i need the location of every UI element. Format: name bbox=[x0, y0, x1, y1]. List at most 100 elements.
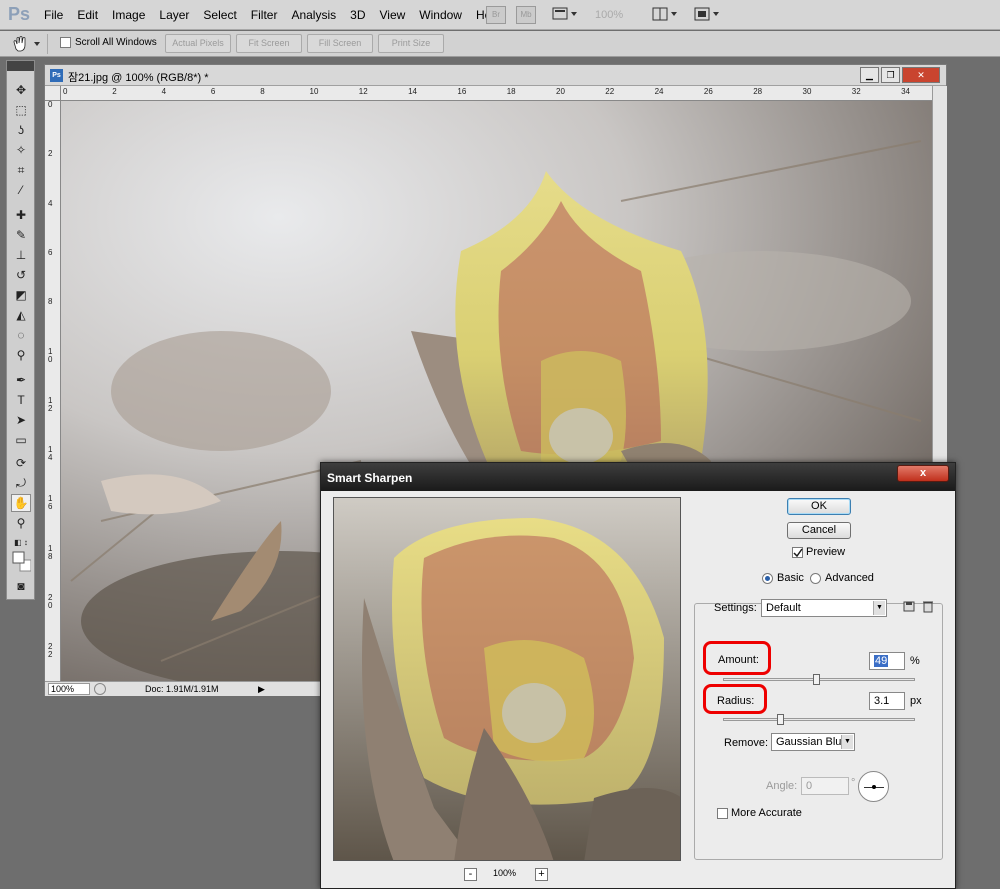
menu-3d[interactable]: 3D bbox=[350, 8, 365, 22]
bridge-button[interactable]: Br bbox=[486, 6, 506, 24]
preview-zoom-in-button[interactable]: + bbox=[535, 868, 548, 881]
move-tool-icon[interactable]: ✥ bbox=[11, 81, 31, 99]
menu-analysis[interactable]: Analysis bbox=[291, 8, 336, 22]
pen-tool-icon[interactable]: ✒ bbox=[11, 371, 31, 389]
ok-button[interactable]: OK bbox=[787, 498, 851, 515]
screen-mode-icon[interactable] bbox=[692, 6, 722, 24]
menu-image[interactable]: Image bbox=[112, 8, 145, 22]
arrange-documents-icon[interactable] bbox=[650, 6, 680, 24]
quick-selection-tool-icon[interactable]: ✧ bbox=[11, 141, 31, 159]
history-brush-tool-icon[interactable]: ↺ bbox=[11, 266, 31, 284]
eyedropper-tool-icon[interactable]: ⁄ bbox=[11, 181, 31, 199]
ruler-h-tick-label: 26 bbox=[703, 87, 713, 96]
ruler-h-tick-label: 16 bbox=[457, 87, 467, 96]
marquee-tool-icon[interactable]: ⬚ bbox=[11, 101, 31, 119]
menu-select[interactable]: Select bbox=[203, 8, 236, 22]
advanced-mode-label[interactable]: Advanced bbox=[825, 572, 874, 584]
more-accurate-checkbox[interactable] bbox=[717, 807, 728, 819]
3d-rotate-tool-icon[interactable]: ⟳ bbox=[11, 454, 31, 472]
fit-screen-button[interactable]: Fit Screen bbox=[236, 34, 302, 53]
paint-bucket-tool-icon[interactable]: ◭ bbox=[11, 306, 31, 324]
color-swatches-icon[interactable] bbox=[11, 549, 31, 575]
radius-slider-track[interactable] bbox=[723, 718, 915, 721]
options-bar: Scroll All Windows Actual Pixels Fit Scr… bbox=[0, 31, 1000, 57]
healing-brush-tool-icon[interactable]: ✚ bbox=[11, 206, 31, 224]
horizontal-ruler[interactable]: 0 2 4 6 8 10 12 14 16 18 20 22 24 26 28 30 32 34 bbox=[61, 86, 932, 101]
amount-slider-handle[interactable] bbox=[813, 674, 821, 685]
dialog-title: Smart Sharpen bbox=[327, 471, 413, 485]
zoom-tool-icon[interactable]: ⚲ bbox=[11, 514, 31, 532]
type-tool-icon[interactable]: T bbox=[11, 391, 31, 409]
brush-tool-icon[interactable]: ✎ bbox=[11, 226, 31, 244]
hand-tool-icon[interactable]: ✋ bbox=[11, 494, 31, 512]
ruler-h-tick-label: 20 bbox=[556, 87, 565, 96]
tools-panel: ✥ ⬚ ʖ ✧ ⌗ ⁄ ✚ ✎ ⊥ ↺ ◩ ◭ ◌ ⚲ ✒ T ➤ ▭ ⟳ ⤾ … bbox=[6, 60, 35, 600]
advanced-mode-radio[interactable] bbox=[810, 573, 821, 584]
ruler-h-tick-label: 6 bbox=[210, 87, 216, 96]
eraser-tool-icon[interactable]: ◩ bbox=[11, 286, 31, 304]
remove-dropdown[interactable]: Gaussian Blur ▼ bbox=[771, 733, 855, 751]
scroll-all-checkbox[interactable] bbox=[60, 37, 71, 48]
blur-tool-icon[interactable]: ◌ bbox=[11, 326, 31, 344]
ruler-origin[interactable] bbox=[45, 86, 61, 101]
vertical-ruler[interactable]: 0 2 4 6 8 1 0 1 2 1 4 1 6 1 8 2 0 2 2 bbox=[45, 101, 61, 681]
menu-layer[interactable]: Layer bbox=[159, 8, 189, 22]
clone-stamp-tool-icon[interactable]: ⊥ bbox=[11, 246, 31, 264]
ruler-h-tick-label: 2 bbox=[112, 87, 117, 96]
menu-window[interactable]: Window bbox=[419, 8, 462, 22]
path-selection-tool-icon[interactable]: ➤ bbox=[11, 411, 31, 429]
ruler-v-tick-label: 1 8 bbox=[48, 543, 53, 561]
menu-file[interactable]: File bbox=[44, 8, 63, 22]
minimize-button[interactable]: ▁ bbox=[860, 67, 879, 83]
angle-dial[interactable] bbox=[858, 771, 889, 802]
lasso-tool-icon[interactable]: ʖ bbox=[11, 121, 31, 139]
quick-mask-icon[interactable]: ◙ bbox=[11, 577, 31, 595]
document-title: 잠21.jpg @ 100% (RGB/8*) * bbox=[68, 72, 209, 84]
status-menu-arrow-icon[interactable]: ▶ bbox=[258, 684, 265, 695]
shape-tool-icon[interactable]: ▭ bbox=[11, 431, 31, 449]
menu-view[interactable]: View bbox=[379, 8, 405, 22]
view-extras-icon[interactable] bbox=[550, 6, 580, 24]
dialog-close-button[interactable]: x bbox=[897, 465, 949, 482]
status-info-icon[interactable] bbox=[94, 683, 106, 695]
radius-slider-handle[interactable] bbox=[776, 714, 784, 725]
basic-mode-radio[interactable] bbox=[762, 573, 773, 584]
zoom-level-readout[interactable]: 100% bbox=[595, 9, 623, 21]
hand-tool-preset-icon[interactable] bbox=[8, 34, 48, 54]
menu-edit[interactable]: Edit bbox=[77, 8, 98, 22]
filter-preview[interactable] bbox=[333, 497, 681, 861]
scroll-all-windows-option[interactable]: Scroll All Windows bbox=[60, 37, 157, 48]
preview-option[interactable]: Preview bbox=[792, 546, 845, 558]
3d-orbit-tool-icon[interactable]: ⤾ bbox=[11, 474, 31, 492]
menu-filter[interactable]: Filter bbox=[251, 8, 278, 22]
settings-dropdown[interactable]: Default ▼ bbox=[761, 599, 887, 617]
document-title-bar[interactable]: Ps 잠21.jpg @ 100% (RGB/8*) * ▁ ❐ ✕ bbox=[45, 65, 946, 86]
ruler-h-tick-label: 0 bbox=[63, 87, 68, 96]
restore-button[interactable]: ❐ bbox=[881, 67, 900, 83]
ruler-h-tick-label: 14 bbox=[408, 87, 417, 96]
crop-tool-icon[interactable]: ⌗ bbox=[11, 161, 31, 179]
save-settings-icon[interactable] bbox=[903, 599, 917, 613]
print-size-button[interactable]: Print Size bbox=[378, 34, 444, 53]
preview-checkbox[interactable] bbox=[792, 546, 803, 558]
ruler-v-tick-label: 2 bbox=[48, 149, 53, 159]
settings-value: Default bbox=[766, 602, 801, 614]
dialog-title-bar[interactable]: Smart Sharpen x bbox=[321, 463, 955, 491]
close-document-button[interactable]: ✕ bbox=[902, 67, 940, 83]
basic-mode-label[interactable]: Basic bbox=[777, 572, 804, 584]
angle-input[interactable]: 0 bbox=[801, 777, 849, 795]
tools-panel-header[interactable] bbox=[7, 61, 34, 71]
amount-value: 49 bbox=[874, 655, 889, 667]
more-accurate-option[interactable]: More Accurate bbox=[717, 807, 802, 819]
chevron-down-icon: ▼ bbox=[841, 735, 853, 749]
radius-input[interactable]: 3.1 bbox=[869, 692, 905, 710]
cancel-button[interactable]: Cancel bbox=[787, 522, 851, 539]
delete-settings-icon[interactable] bbox=[921, 599, 935, 613]
actual-pixels-button[interactable]: Actual Pixels bbox=[165, 34, 231, 53]
minibridge-button[interactable]: Mb bbox=[516, 6, 536, 24]
preview-zoom-out-button[interactable]: - bbox=[464, 868, 477, 881]
amount-input[interactable]: 49 bbox=[869, 652, 905, 670]
document-zoom-field[interactable]: 100% bbox=[48, 683, 90, 695]
fill-screen-button[interactable]: Fill Screen bbox=[307, 34, 373, 53]
dodge-tool-icon[interactable]: ⚲ bbox=[11, 346, 31, 364]
